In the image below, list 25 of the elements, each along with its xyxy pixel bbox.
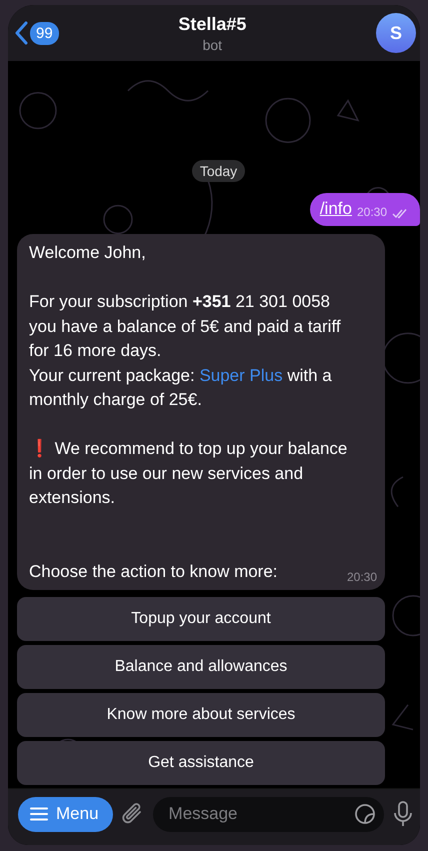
message-time: 20:30 — [346, 570, 377, 584]
message-text: Choose the action to know more: — [29, 560, 278, 582]
keyboard-button[interactable]: Know more about services — [17, 693, 385, 737]
menu-button[interactable]: Menu — [18, 796, 113, 832]
chat-title: Stella#5 — [178, 14, 246, 34]
chat-subtitle: bot — [202, 36, 222, 52]
keyboard-button[interactable]: Topup your account — [17, 597, 385, 641]
back-button[interactable]: 99 — [14, 21, 59, 45]
microphone-icon[interactable] — [392, 800, 414, 828]
message-paragraph: For your subscription +351 21 301 0058 you have a balance of 5€ and paid a tariff for 16 more days. Your current package: Super Plus with a monthly charge of 25€. — [29, 291, 342, 411]
menu-icon — [30, 807, 48, 821]
avatar[interactable]: S — [376, 13, 416, 53]
chevron-left-icon — [14, 21, 28, 45]
message-input[interactable]: Message — [166, 803, 354, 825]
sticker-icon[interactable] — [354, 803, 376, 825]
message-time: 20:30 — [356, 205, 387, 219]
message-paragraph: ❗ We recommend to top up your balance in order to use our new services and extensions. — [29, 438, 348, 509]
keyboard-button[interactable]: Get assistance — [17, 741, 385, 785]
package-link[interactable]: Super Plus — [199, 366, 283, 384]
command-link[interactable]: /info — [320, 199, 352, 219]
unread-count: 99 — [30, 22, 59, 44]
message-paragraph: Welcome John, — [29, 242, 147, 264]
date-chip: Today — [192, 160, 246, 182]
keyboard-button[interactable]: Balance and allowances — [17, 645, 385, 689]
message-field[interactable]: Message — [152, 796, 384, 832]
